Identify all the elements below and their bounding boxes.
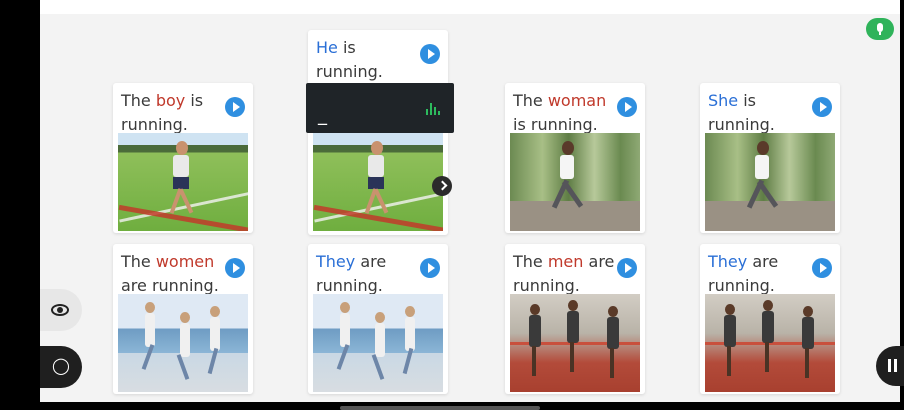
sentence-card[interactable]: She is running. <box>700 83 840 233</box>
audio-wave-icon <box>426 101 442 115</box>
caption-text: The <box>121 252 156 271</box>
lightbulb-icon[interactable]: ◯ <box>40 346 82 388</box>
play-audio-button[interactable] <box>420 258 440 278</box>
photo-women-running-beach <box>313 294 443 392</box>
home-indicator <box>340 406 540 410</box>
pronoun-word: He <box>316 38 338 57</box>
eye-icon[interactable] <box>40 289 82 331</box>
answer-blank: _ <box>318 105 327 126</box>
left-bezel <box>0 0 40 410</box>
photo-woman-running <box>705 133 835 231</box>
play-audio-button[interactable] <box>420 44 440 64</box>
sentence-card[interactable]: The boy is running. <box>113 83 253 233</box>
sentence-card[interactable]: They are running. <box>700 244 840 394</box>
photo-woman-running <box>510 133 640 231</box>
card-caption: They are running. <box>708 250 812 298</box>
card-caption: The boy is running. <box>121 89 225 137</box>
noun-word: woman <box>547 91 607 110</box>
caption-text: The <box>513 252 548 271</box>
play-audio-button[interactable] <box>225 258 245 278</box>
microphone-icon[interactable] <box>866 18 894 40</box>
card-caption: The woman is running. <box>513 89 617 137</box>
noun-word: boy <box>155 91 186 110</box>
play-audio-button[interactable] <box>225 97 245 117</box>
photo-boy-running <box>313 133 443 231</box>
play-audio-button[interactable] <box>812 258 832 278</box>
play-audio-button[interactable] <box>617 97 637 117</box>
sentence-card[interactable]: The men are running. <box>505 244 645 394</box>
noun-word: men <box>547 252 584 271</box>
answer-popup[interactable]: _ <box>306 83 454 133</box>
sentence-card[interactable]: The woman is running. <box>505 83 645 233</box>
play-audio-button[interactable] <box>617 258 637 278</box>
photo-boy-running <box>118 133 248 231</box>
pronoun-word: They <box>316 252 356 271</box>
photo-women-running-beach <box>118 294 248 392</box>
card-caption: The women are running. <box>121 250 225 298</box>
chevron-right-icon[interactable] <box>432 176 452 196</box>
card-caption: The men are running. <box>513 250 617 298</box>
caption-text: are running. <box>121 276 219 295</box>
pronoun-word: They <box>708 252 748 271</box>
card-caption: They are running. <box>316 250 420 298</box>
card-caption: He is running. <box>316 36 420 84</box>
photo-men-running-track <box>705 294 835 392</box>
app-window: The boy is running. He is running. The w… <box>0 0 904 410</box>
play-audio-button[interactable] <box>812 97 832 117</box>
caption-text: The <box>513 91 548 110</box>
pronoun-word: She <box>708 91 739 110</box>
caption-text: is running. <box>513 115 598 134</box>
caption-text: The <box>121 91 156 110</box>
sentence-card[interactable]: The women are running. <box>113 244 253 394</box>
photo-men-running-track <box>510 294 640 392</box>
noun-word: women <box>155 252 215 271</box>
sentence-card[interactable]: They are running. <box>308 244 448 394</box>
card-caption: She is running. <box>708 89 812 137</box>
